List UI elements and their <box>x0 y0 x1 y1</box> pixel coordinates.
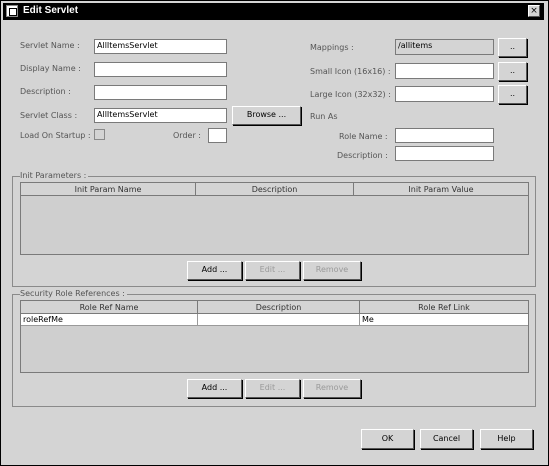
large-icon-browse-button[interactable]: .. <box>498 85 527 104</box>
display-name-field[interactable] <box>94 62 227 77</box>
run-as-description-field[interactable] <box>395 146 494 161</box>
init-parameters-table[interactable]: Init Param Name Description Init Param V… <box>20 182 529 255</box>
table-row-cell-name[interactable]: roleRefMe <box>21 314 198 326</box>
dialog-title: Edit Servlet <box>23 5 79 16</box>
security-edit-button[interactable]: Edit ... <box>245 379 300 398</box>
table-row-cell-description[interactable] <box>198 314 360 326</box>
column-header-init-param-value[interactable]: Init Param Value <box>354 183 528 196</box>
description-label: Description : <box>20 87 71 96</box>
run-as-description-label: Description : <box>337 151 388 160</box>
init-add-button[interactable]: Add ... <box>187 261 242 280</box>
column-header-role-ref-link[interactable]: Role Ref Link <box>360 301 528 314</box>
description-field[interactable] <box>94 85 227 100</box>
small-icon-label: Small Icon (16x16) : <box>310 67 391 76</box>
ok-button[interactable]: OK <box>361 429 414 449</box>
load-on-startup-checkbox[interactable] <box>94 129 105 140</box>
init-edit-button[interactable]: Edit ... <box>245 261 300 280</box>
table-row-cell-link[interactable]: Me <box>360 314 528 326</box>
security-role-references-title: Security Role References : <box>20 289 127 298</box>
mappings-label: Mappings : <box>310 43 354 52</box>
title-bar[interactable]: Edit Servlet × <box>3 3 544 20</box>
servlet-name-field[interactable]: AllItemsServlet <box>94 39 227 54</box>
large-icon-label: Large Icon (32x32) : <box>310 90 391 99</box>
small-icon-browse-button[interactable]: .. <box>498 62 527 81</box>
window-icon <box>6 5 18 17</box>
edit-servlet-dialog: Edit Servlet × Servlet Name : AllItemsSe… <box>0 0 549 466</box>
security-role-references-table[interactable]: Role Ref Name Description Role Ref Link … <box>20 300 529 373</box>
display-name-label: Display Name : <box>20 64 81 73</box>
role-name-field[interactable] <box>395 128 494 143</box>
servlet-name-label: Servlet Name : <box>20 41 80 50</box>
load-on-startup-label: Load On Startup : <box>20 131 91 140</box>
order-field[interactable] <box>208 128 227 143</box>
large-icon-field[interactable] <box>395 86 494 102</box>
security-remove-button[interactable]: Remove <box>303 379 361 398</box>
mappings-browse-button[interactable]: .. <box>498 38 527 57</box>
column-header-init-param-name[interactable]: Init Param Name <box>21 183 196 196</box>
servlet-class-field[interactable]: AllItemsServlet <box>94 108 227 123</box>
run-as-label: Run As <box>310 112 338 121</box>
column-header-role-ref-name[interactable]: Role Ref Name <box>21 301 198 314</box>
browse-button[interactable]: Browse ... <box>232 106 301 125</box>
column-header-description[interactable]: Description <box>198 301 360 314</box>
column-header-description[interactable]: Description <box>196 183 354 196</box>
cancel-button[interactable]: Cancel <box>420 429 473 449</box>
small-icon-field[interactable] <box>395 63 494 79</box>
init-parameters-title: Init Parameters : <box>20 171 89 180</box>
init-remove-button[interactable]: Remove <box>303 261 361 280</box>
servlet-class-label: Servlet Class : <box>20 111 78 120</box>
order-label: Order : <box>173 131 201 140</box>
security-add-button[interactable]: Add ... <box>187 379 242 398</box>
close-button[interactable]: × <box>528 5 540 17</box>
role-name-label: Role Name : <box>339 132 388 141</box>
mappings-field[interactable]: /allitems <box>395 39 494 55</box>
help-button[interactable]: Help <box>480 429 533 449</box>
